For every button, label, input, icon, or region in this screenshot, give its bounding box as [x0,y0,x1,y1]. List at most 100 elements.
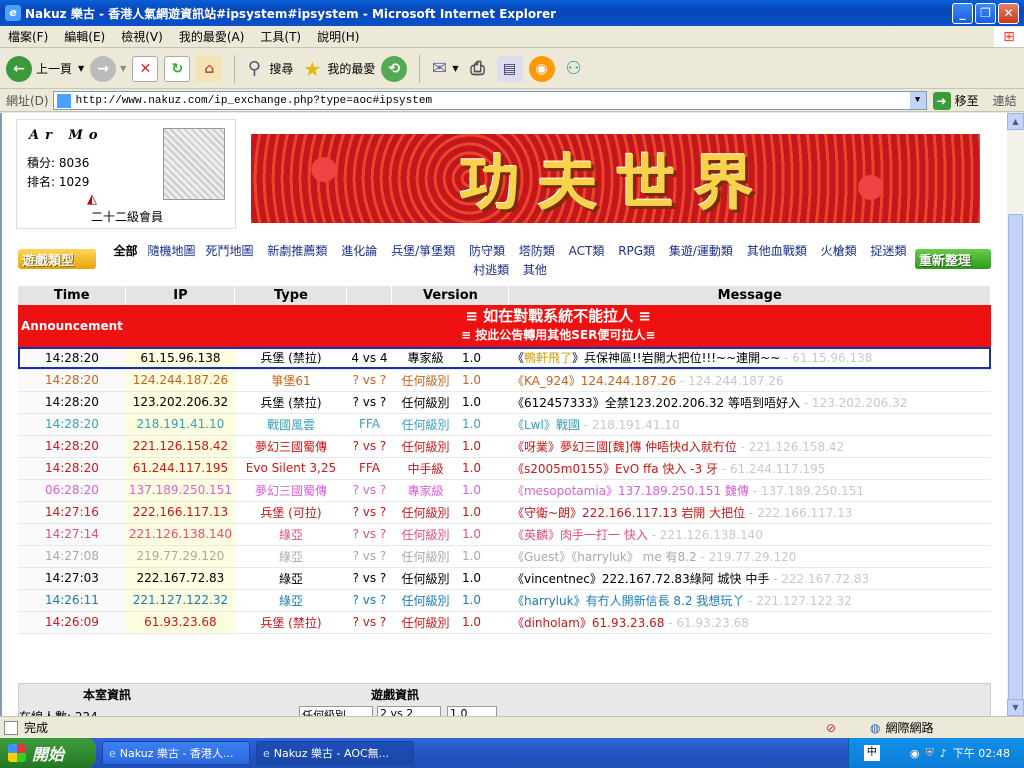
security-zone: ◍ 網際網路 [870,719,934,736]
contacts-button[interactable]: ⚇ [561,56,587,82]
message-cell[interactable]: 《鴨軒飛了》兵保神區!!岩開大把位!!!~~連開~~ - 61.15.96.13… [508,347,991,370]
vertical-scrollbar[interactable]: ▲ ▼ [1007,113,1024,734]
scroll-down-icon[interactable]: ▼ [1007,699,1024,716]
back-button[interactable]: ← 上一頁 ▼ [6,55,84,82]
menu-favorites[interactable]: 我的最愛(A) [171,28,253,45]
table-row[interactable]: 14:27:14 221.126.138.140 綠亞? vs ? 任何級別 1.0 《英… [18,523,991,546]
message-cell[interactable]: 《s2005m0155》EvO ffa 快入 -3 牙 - 61.244.117… [508,457,991,480]
category-other-battle[interactable]: 其他血戰類 [747,244,807,258]
category-all[interactable]: 全部 [114,244,138,258]
menu-tools[interactable]: 工具(T) [252,28,309,45]
category-hide[interactable]: 捉迷類 [870,244,906,258]
history-button[interactable]: ⟲ [381,55,408,82]
forward-button[interactable]: → ▼ [90,55,126,82]
go-button[interactable]: 移至 [955,92,979,109]
table-row[interactable]: 14:28:20 123.202.206.32 兵堡 (禁拉)? vs ? 任何級別 1… [18,391,991,414]
version-cell: 1.0 [458,567,509,590]
minimize-button[interactable]: _ [952,2,973,24]
message-cell[interactable]: 《KA_924》124.244.187.26 - 124.244.187.26 [508,369,991,392]
table-row[interactable]: 14:27:03 222.167.72.83 綠亞? vs ? 任何級別 1.0 《vin… [18,567,991,590]
table-row[interactable]: 14:28:20 61.15.96.138 兵堡 (禁拉) 4 vs 4 專家級 1.0 《… [18,347,991,370]
menu-help[interactable]: 說明(H) [309,28,367,45]
menu-view[interactable]: 檢視(V) [113,28,171,45]
start-button[interactable]: 開始 [0,738,96,768]
version-select[interactable]: 1.0 [447,706,497,716]
message-cell[interactable]: 《呀業》夢幻三國[魏]傳 仲唔快d入就冇位 - 221.126.158.42 [508,435,991,458]
forward-dropdown-icon[interactable]: ▼ [120,64,126,73]
type-cell: 綠亞 [234,589,347,612]
table-row[interactable]: 14:28:20 61.244.117.195 Evo Silent 3,25 FFA… [18,457,991,480]
category-other[interactable]: 其他 [523,263,547,277]
message-cell[interactable]: 《mesopotamia》137.189.250.151 魏傳 - 137.18… [508,479,991,502]
category-defense[interactable]: 防守類 [469,244,505,258]
volume-icon[interactable]: ♪ [940,747,947,760]
menu-file[interactable]: 檔案(F) [0,28,56,45]
table-row[interactable]: 14:28:20 221.126.158.42 夢幻三國蜀傳? vs ? 任何級別 1.… [18,435,991,458]
taskbar-item-active[interactable]: e Nakuz 樂古 - AOC無... [256,741,414,765]
home-button[interactable]: ⌂ [196,55,223,82]
message-cell[interactable]: 《守衛~朗》222.166.117.13 岩開 大把位 - 222.166.11… [508,501,991,524]
table-row[interactable]: 14:28:20 218.191.41.10 戰國風雲 FFA 任何級別 1.0 《Lwl》… [18,413,991,436]
category-tower-defense[interactable]: 塔防類 [519,244,555,258]
restore-button[interactable]: ❐ [975,2,996,24]
message-cell[interactable]: 《612457333》全禁123.202.206.32 等唔到唔好入 - 123… [508,391,991,414]
mail-button[interactable]: ✉ ▼ [426,56,459,82]
announcement-line2[interactable]: ≡ 按此公告轉用其他SER便可拉人≡ [129,326,988,345]
tray-icon[interactable]: ◉ [910,747,920,760]
category-sports[interactable]: 集遊/運動類 [669,244,733,258]
message-ip: 61.93.23.68 [676,615,749,630]
scroll-thumb[interactable] [1008,214,1023,734]
table-row[interactable]: 14:27:08 219.77.29.120 綠亞? vs ? 任何級別 1.0 《Gue… [18,545,991,568]
edit-icon: ▤ [496,55,523,82]
category-village[interactable]: 村逃類 [473,263,509,277]
level-select[interactable]: 任何級別 [299,706,373,716]
table-row[interactable]: 14:28:20 124.244.187.26 箏堡61? vs ? 任何級別 1.0 《… [18,369,991,392]
popup-blocker-icon[interactable]: ⊘ [826,721,836,735]
table-row[interactable]: 06:28:20 137.189.250.151 夢幻三國蜀傳? vs ? 專家級 1.… [18,479,991,502]
message-cell[interactable]: 《Lwl》戰國 - 218.191.41.10 [508,413,991,436]
refresh-button[interactable]: ↻ [164,55,191,82]
category-gun[interactable]: 火槍類 [821,244,857,258]
message-cell[interactable]: 《英麟》肉手一打一 快入 - 221.126.138.140 [508,523,991,546]
go-arrow-icon[interactable]: ➜ [932,91,951,110]
security-icon[interactable]: ⛨ [926,746,934,760]
vs-select[interactable]: 2 vs 2 [377,706,441,716]
message-cell[interactable]: 《Guest》《harryluk》 me 有8.2 - 219.77.29.12… [508,545,991,568]
close-button[interactable]: ✕ [998,2,1019,24]
category-rpg[interactable]: RPG類 [618,244,655,258]
toolbar: ← 上一頁 ▼ → ▼ ✕ ↻ ⌂ ⚲ 搜尋 ★ 我的最愛 ⟲ ✉ ▼ ⎙ ▤ … [0,49,1024,89]
stop-button[interactable]: ✕ [132,55,159,82]
category-evolution[interactable]: 進化論 [341,244,377,258]
category-deathmatch[interactable]: 死鬥地圖 [206,244,254,258]
taskbar-item[interactable]: e Nakuz 樂古 - 香港人... [102,741,250,765]
refresh-list-button[interactable]: 重新整理 [915,249,991,269]
scroll-up-icon[interactable]: ▲ [1007,113,1024,130]
back-dropdown-icon[interactable]: ▼ [78,64,84,73]
category-new[interactable]: 新劇推薦類 [267,244,327,258]
favorites-button[interactable]: ★ 我的最愛 [299,56,375,82]
address-dropdown-icon[interactable]: ▼ [909,92,926,109]
search-button[interactable]: ⚲ 搜尋 [241,56,294,82]
message-cell[interactable]: 《vincentnec》222.167.72.83綠阿 城快 中手 - 222.… [508,567,991,590]
table-row[interactable]: 14:26:09 61.93.23.68 兵堡 (禁拉)? vs ? 任何級別 1.0 《… [18,611,991,634]
announcement-text[interactable]: ≡ 如在對戰系統不能拉人 ≡ ≡ 按此公告轉用其他SER便可拉人≡ [125,305,991,347]
message-cell[interactable]: 《harryluk》有冇人開新信長 8.2 我想玩丫 - 221.127.122… [508,589,991,612]
message-cell[interactable]: 《dinholam》61.93.23.68 - 61.93.23.68 [508,611,991,634]
print-button[interactable]: ⎙ [465,56,491,82]
announcement-row[interactable]: Announcement ≡ 如在對戰系統不能拉人 ≡ ≡ 按此公告轉用其他SE… [18,305,991,347]
category-random-map[interactable]: 隨機地圖 [148,244,196,258]
mail-dropdown-icon[interactable]: ▼ [452,64,458,73]
category-castle[interactable]: 兵堡/箏堡類 [391,244,455,258]
links-label[interactable]: 連結 [993,92,1017,109]
messenger-button[interactable]: ◉ [528,55,555,82]
window-title: Nakuz 樂古 - 香港人氣網遊資訊站#ipsystem#ipsystem -… [25,6,557,21]
game-banner[interactable]: 功夫世界 [251,134,980,223]
category-act[interactable]: ACT類 [569,244,605,258]
edit-button[interactable]: ▤ [496,55,523,82]
menu-edit[interactable]: 編輯(E) [56,28,113,45]
language-icon[interactable]: 中 [863,745,880,761]
address-input[interactable]: http://www.nakuz.com/ip_exchange.php?typ… [52,91,927,110]
table-row[interactable]: 14:26:11 221.127.122.32 綠亞? vs ? 任何級別 1.0 《ha… [18,589,991,612]
user-name: Ar Mo [29,128,104,143]
table-row[interactable]: 14:27:16 222.166.117.13 兵堡 (可拉)? vs ? 任何級別 1… [18,501,991,524]
